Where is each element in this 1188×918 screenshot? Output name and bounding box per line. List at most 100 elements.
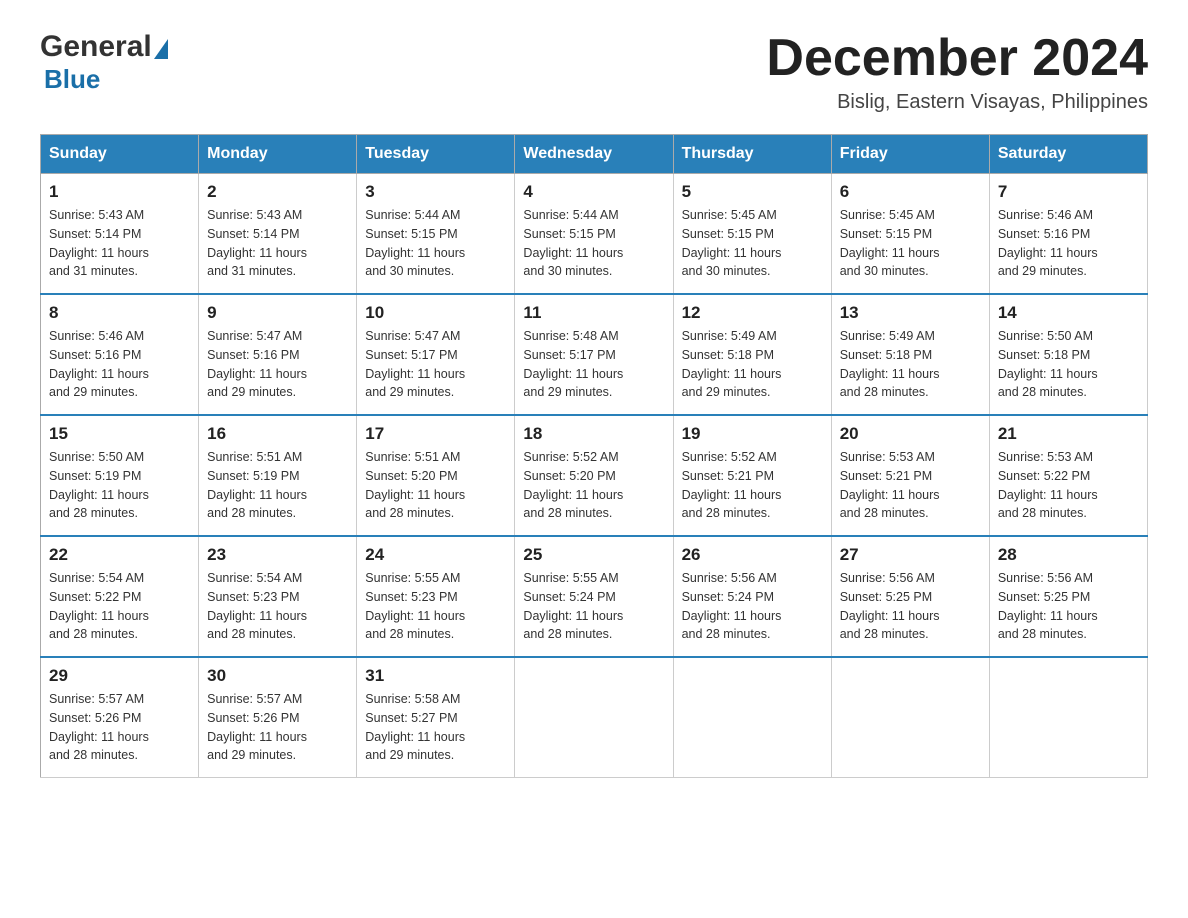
page-header: General Blue December 2024 Bislig, Easte… xyxy=(40,30,1148,114)
table-row: 30Sunrise: 5:57 AMSunset: 5:26 PMDayligh… xyxy=(199,657,357,778)
day-number: 24 xyxy=(365,545,506,565)
day-info: Sunrise: 5:55 AMSunset: 5:23 PMDaylight:… xyxy=(365,569,506,644)
table-row: 2Sunrise: 5:43 AMSunset: 5:14 PMDaylight… xyxy=(199,174,357,295)
table-row: 21 Sunrise: 5:53 AMSunset: 5:22 PMDayligh… xyxy=(989,415,1147,536)
table-row: 15Sunrise: 5:50 AMSunset: 5:19 PMDayligh… xyxy=(41,415,199,536)
table-row: 10 Sunrise: 5:47 AMSunset: 5:17 PMDayligh… xyxy=(357,294,515,415)
table-row: 17Sunrise: 5:51 AMSunset: 5:20 PMDayligh… xyxy=(357,415,515,536)
day-number: 15 xyxy=(49,424,190,444)
table-row: 13 Sunrise: 5:49 AMSunset: 5:18 PMDayligh… xyxy=(831,294,989,415)
day-info: Sunrise: 5:57 AMSunset: 5:26 PMDaylight:… xyxy=(207,690,348,765)
day-info: Sunrise: 5:52 AMSunset: 5:20 PMDaylight:… xyxy=(523,448,664,523)
table-row: 16 Sunrise: 5:51 AMSunset: 5:19 PMDayligh… xyxy=(199,415,357,536)
calendar-table: Sunday Monday Tuesday Wednesday Thursday… xyxy=(40,134,1148,778)
day-info: Sunrise: 5:49 AMSunset: 5:18 PMDaylight:… xyxy=(682,327,823,402)
calendar-week-row: 15Sunrise: 5:50 AMSunset: 5:19 PMDayligh… xyxy=(41,415,1148,536)
day-info: Sunrise: 5:43 AMSunset: 5:14 PMDaylight:… xyxy=(49,206,190,281)
day-info: Sunrise: 5:53 AMSunset: 5:22 PMDaylight:… xyxy=(998,448,1139,523)
day-number: 20 xyxy=(840,424,981,444)
day-info: Sunrise: 5:49 AMSunset: 5:18 PMDaylight:… xyxy=(840,327,981,402)
table-row: 8 Sunrise: 5:46 AMSunset: 5:16 PMDaylight… xyxy=(41,294,199,415)
day-info: Sunrise: 5:45 AMSunset: 5:15 PMDaylight:… xyxy=(840,206,981,281)
day-info: Sunrise: 5:46 AMSunset: 5:16 PMDaylight:… xyxy=(49,327,190,402)
table-row: 24 Sunrise: 5:55 AMSunset: 5:23 PMDayligh… xyxy=(357,536,515,657)
day-info: Sunrise: 5:56 AMSunset: 5:25 PMDaylight:… xyxy=(998,569,1139,644)
day-info: Sunrise: 5:51 AMSunset: 5:19 PMDaylight:… xyxy=(207,448,348,523)
location-text: Bislig, Eastern Visayas, Philippines xyxy=(766,91,1148,114)
day-number: 16 xyxy=(207,424,348,444)
day-number: 9 xyxy=(207,303,348,323)
day-number: 25 xyxy=(523,545,664,565)
day-info: Sunrise: 5:45 AMSunset: 5:15 PMDaylight:… xyxy=(682,206,823,281)
month-title: December 2024 xyxy=(766,30,1148,87)
day-info: Sunrise: 5:44 AMSunset: 5:15 PMDaylight:… xyxy=(365,206,506,281)
table-row xyxy=(515,657,673,778)
day-info: Sunrise: 5:52 AMSunset: 5:21 PMDaylight:… xyxy=(682,448,823,523)
table-row: 12 Sunrise: 5:49 AMSunset: 5:18 PMDayligh… xyxy=(673,294,831,415)
day-number: 10 xyxy=(365,303,506,323)
day-info: Sunrise: 5:43 AMSunset: 5:14 PMDaylight:… xyxy=(207,206,348,281)
table-row: 29Sunrise: 5:57 AMSunset: 5:26 PMDayligh… xyxy=(41,657,199,778)
day-number: 5 xyxy=(682,182,823,202)
col-friday: Friday xyxy=(831,135,989,174)
logo: General Blue xyxy=(40,30,168,95)
table-row xyxy=(831,657,989,778)
day-info: Sunrise: 5:47 AMSunset: 5:16 PMDaylight:… xyxy=(207,327,348,402)
day-number: 3 xyxy=(365,182,506,202)
day-number: 27 xyxy=(840,545,981,565)
day-number: 6 xyxy=(840,182,981,202)
table-row: 5 Sunrise: 5:45 AMSunset: 5:15 PMDaylight… xyxy=(673,174,831,295)
table-row: 19 Sunrise: 5:52 AMSunset: 5:21 PMDayligh… xyxy=(673,415,831,536)
day-number: 8 xyxy=(49,303,190,323)
table-row xyxy=(673,657,831,778)
day-info: Sunrise: 5:56 AMSunset: 5:25 PMDaylight:… xyxy=(840,569,981,644)
day-number: 7 xyxy=(998,182,1139,202)
day-info: Sunrise: 5:47 AMSunset: 5:17 PMDaylight:… xyxy=(365,327,506,402)
table-row: 23 Sunrise: 5:54 AMSunset: 5:23 PMDayligh… xyxy=(199,536,357,657)
calendar-week-row: 8 Sunrise: 5:46 AMSunset: 5:16 PMDaylight… xyxy=(41,294,1148,415)
day-number: 14 xyxy=(998,303,1139,323)
table-row: 1Sunrise: 5:43 AMSunset: 5:14 PMDaylight… xyxy=(41,174,199,295)
day-number: 21 xyxy=(998,424,1139,444)
day-number: 12 xyxy=(682,303,823,323)
day-number: 23 xyxy=(207,545,348,565)
table-row: 20Sunrise: 5:53 AMSunset: 5:21 PMDayligh… xyxy=(831,415,989,536)
table-row: 4 Sunrise: 5:44 AMSunset: 5:15 PMDaylight… xyxy=(515,174,673,295)
day-info: Sunrise: 5:44 AMSunset: 5:15 PMDaylight:… xyxy=(523,206,664,281)
logo-blue-text: Blue xyxy=(44,64,100,95)
table-row: 7 Sunrise: 5:46 AMSunset: 5:16 PMDaylight… xyxy=(989,174,1147,295)
col-sunday: Sunday xyxy=(41,135,199,174)
logo-general-text: General xyxy=(40,30,152,64)
day-number: 29 xyxy=(49,666,190,686)
col-tuesday: Tuesday xyxy=(357,135,515,174)
day-number: 26 xyxy=(682,545,823,565)
day-info: Sunrise: 5:54 AMSunset: 5:23 PMDaylight:… xyxy=(207,569,348,644)
table-row: 11 Sunrise: 5:48 AMSunset: 5:17 PMDayligh… xyxy=(515,294,673,415)
table-row: 3 Sunrise: 5:44 AMSunset: 5:15 PMDaylight… xyxy=(357,174,515,295)
table-row xyxy=(989,657,1147,778)
day-number: 11 xyxy=(523,303,664,323)
day-info: Sunrise: 5:48 AMSunset: 5:17 PMDaylight:… xyxy=(523,327,664,402)
table-row: 18Sunrise: 5:52 AMSunset: 5:20 PMDayligh… xyxy=(515,415,673,536)
col-thursday: Thursday xyxy=(673,135,831,174)
col-saturday: Saturday xyxy=(989,135,1147,174)
table-row: 28 Sunrise: 5:56 AMSunset: 5:25 PMDayligh… xyxy=(989,536,1147,657)
day-info: Sunrise: 5:58 AMSunset: 5:27 PMDaylight:… xyxy=(365,690,506,765)
day-info: Sunrise: 5:46 AMSunset: 5:16 PMDaylight:… xyxy=(998,206,1139,281)
day-number: 13 xyxy=(840,303,981,323)
day-info: Sunrise: 5:56 AMSunset: 5:24 PMDaylight:… xyxy=(682,569,823,644)
day-number: 4 xyxy=(523,182,664,202)
table-row: 6 Sunrise: 5:45 AMSunset: 5:15 PMDaylight… xyxy=(831,174,989,295)
col-monday: Monday xyxy=(199,135,357,174)
day-number: 31 xyxy=(365,666,506,686)
table-row: 22Sunrise: 5:54 AMSunset: 5:22 PMDayligh… xyxy=(41,536,199,657)
day-info: Sunrise: 5:50 AMSunset: 5:18 PMDaylight:… xyxy=(998,327,1139,402)
calendar-week-row: 29 Sunrise: 5:57 AMSunset: 5:26 PMDayligh… xyxy=(41,657,1148,778)
table-row: 14 Sunrise: 5:50 AMSunset: 5:18 PMDayligh… xyxy=(989,294,1147,415)
day-info: Sunrise: 5:55 AMSunset: 5:24 PMDaylight:… xyxy=(523,569,664,644)
day-number: 28 xyxy=(998,545,1139,565)
logo-triangle-icon xyxy=(154,39,168,59)
table-row: 27 Sunrise: 5:56 AMSunset: 5:25 PMDayligh… xyxy=(831,536,989,657)
col-wednesday: Wednesday xyxy=(515,135,673,174)
day-number: 19 xyxy=(682,424,823,444)
